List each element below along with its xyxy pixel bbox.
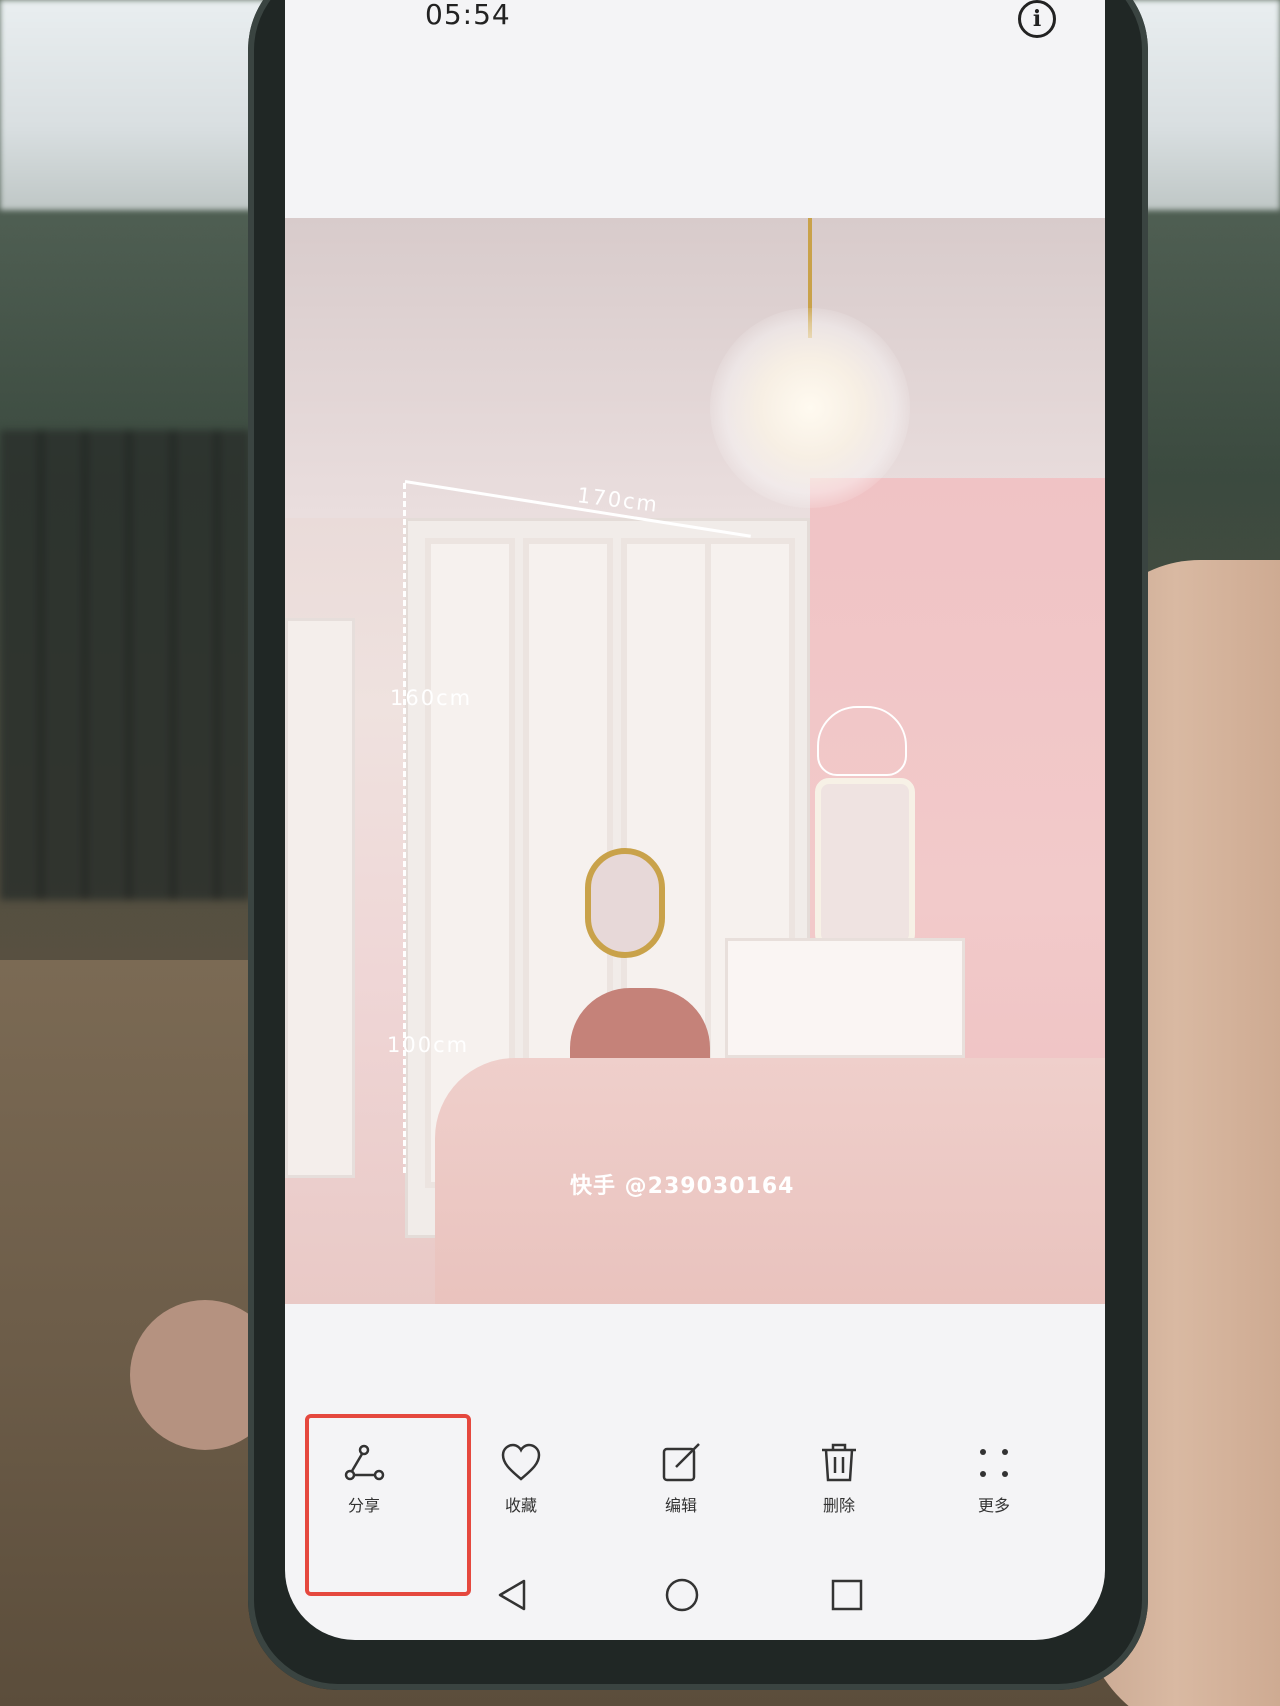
side-door	[285, 618, 355, 1178]
heart-icon	[498, 1440, 544, 1486]
wall-mirror	[585, 848, 665, 958]
status-time: 05:54	[425, 0, 511, 31]
edit-label: 编辑	[664, 1496, 697, 1515]
delete-button[interactable]: 删除	[784, 1440, 894, 1550]
favorite-label: 收藏	[504, 1496, 537, 1515]
share-highlight-box	[305, 1414, 471, 1596]
trash-icon	[816, 1440, 862, 1486]
background-keyboard	[0, 430, 250, 900]
height-dimension-line	[403, 483, 406, 1173]
cat-sticker	[817, 706, 907, 776]
phone-screen: 05:54 i 170cm 160cm 100cm 快手 @239030164	[285, 0, 1105, 1640]
info-icon[interactable]: i	[1018, 0, 1056, 38]
photo-watermark: 快手 @239030164	[570, 1174, 795, 1199]
more-icon	[971, 1440, 1017, 1486]
status-bar: 05:54 i	[285, 0, 1105, 50]
delete-label: 删除	[822, 1496, 855, 1515]
photo-view: 170cm 160cm 100cm 快手 @239030164	[285, 218, 1105, 1304]
edit-button[interactable]: 编辑	[626, 1440, 736, 1550]
vanity-desk	[725, 938, 965, 1058]
back-icon[interactable]	[490, 1573, 534, 1617]
more-label: 更多	[977, 1496, 1010, 1515]
upper-height-label: 160cm	[390, 686, 473, 710]
chandelier	[710, 308, 910, 508]
more-button[interactable]: 更多	[939, 1440, 1049, 1550]
vanity-mirror	[815, 778, 915, 948]
favorite-button[interactable]: 收藏	[466, 1440, 576, 1550]
home-icon[interactable]	[660, 1573, 704, 1617]
recents-icon[interactable]	[825, 1573, 869, 1617]
lower-height-label: 100cm	[387, 1033, 470, 1057]
edit-icon	[658, 1440, 704, 1486]
photo-ceiling	[285, 218, 1105, 518]
